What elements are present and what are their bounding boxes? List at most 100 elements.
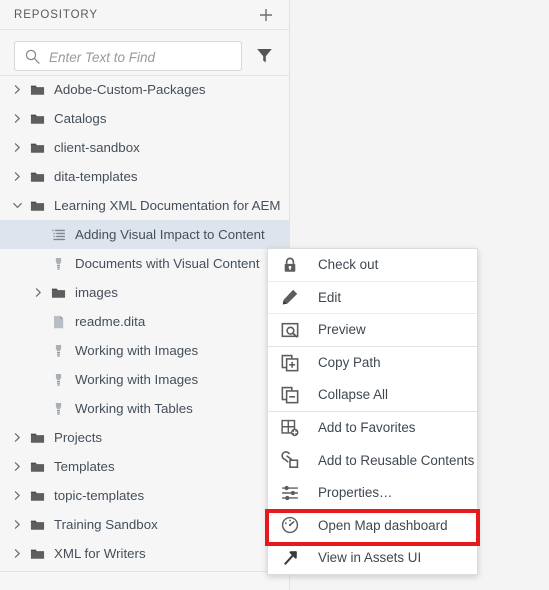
folder-icon	[30, 111, 45, 126]
plus-icon[interactable]	[256, 5, 276, 25]
folder-icon	[30, 82, 45, 97]
tree-row[interactable]: Adding Visual Impact to Content	[0, 220, 289, 249]
chevron-right-icon[interactable]	[12, 171, 23, 182]
ditatopic-icon	[51, 372, 66, 387]
menu-item-label: Open Map dashboard	[318, 517, 448, 533]
repository-tree[interactable]: Adobe-Custom-Packages Catalogs client-sand…	[0, 75, 289, 572]
tree-row-label: Adobe-Custom-Packages	[54, 82, 206, 97]
search-box[interactable]	[14, 41, 242, 72]
tree-row-label: Projects	[54, 430, 103, 445]
menu-item[interactable]: Add to Favorites	[268, 411, 477, 444]
folder-icon	[30, 169, 45, 184]
app-root: REPOSITORY Enter Text to Find Adobe-Cust…	[0, 0, 549, 590]
copy-path-icon	[281, 354, 299, 372]
menu-item[interactable]: Properties…	[268, 476, 477, 509]
menu-item[interactable]: Check out	[268, 249, 477, 282]
menu-item-label: Collapse All	[318, 387, 388, 403]
folder-icon	[30, 430, 45, 445]
repository-panel-footer	[0, 571, 289, 590]
chevron-right-icon[interactable]	[12, 461, 23, 472]
search-icon	[24, 48, 41, 65]
ditatopic-icon	[51, 401, 66, 416]
tree-row[interactable]: Training Sandbox	[0, 510, 289, 539]
chevron-right-icon[interactable]	[12, 548, 23, 559]
tree-row-label: readme.dita	[75, 314, 146, 329]
menu-item-label: Check out	[318, 257, 379, 273]
tree-row-label: Working with Images	[75, 343, 199, 358]
menu-item[interactable]: Edit	[268, 281, 477, 314]
tree-row[interactable]: XML for Writers	[0, 539, 289, 568]
tree-row[interactable]: Adobe-Custom-Packages	[0, 75, 289, 104]
tree-row[interactable]: Learning XML Documentation for AEM	[0, 191, 289, 220]
tree-row-label: Documents with Visual Content	[75, 256, 260, 271]
page-title: REPOSITORY	[14, 9, 98, 21]
reusable-contents-icon	[281, 451, 299, 469]
tree-row[interactable]: Templates	[0, 452, 289, 481]
menu-item-label: Properties…	[318, 485, 393, 501]
file-icon	[51, 314, 66, 329]
folder-icon	[51, 285, 66, 300]
search-input[interactable]	[47, 42, 241, 72]
tree-row[interactable]: dita-templates	[0, 162, 289, 191]
chevron-down-icon[interactable]	[12, 200, 23, 211]
menu-item[interactable]: Collapse All	[268, 379, 477, 412]
chevron-right-icon[interactable]	[12, 142, 23, 153]
repository-panel: REPOSITORY Enter Text to Find Adobe-Cust…	[0, 0, 290, 590]
ditatopic-icon	[51, 256, 66, 271]
chevron-right-icon[interactable]	[12, 490, 23, 501]
menu-item-label: Preview	[318, 322, 366, 338]
repository-panel-header: REPOSITORY	[0, 0, 289, 30]
pencil-icon	[281, 288, 299, 306]
chevron-right-icon[interactable]	[33, 287, 44, 298]
ditatopic-icon	[51, 343, 66, 358]
folder-icon	[30, 459, 45, 474]
tree-row-label: dita-templates	[54, 169, 138, 184]
lock-icon	[281, 256, 299, 274]
tree-row-label: client-sandbox	[54, 140, 140, 155]
tree-row[interactable]: Projects	[0, 423, 289, 452]
preview-icon	[281, 321, 299, 339]
menu-item[interactable]: View in Assets UI	[268, 541, 477, 574]
add-favorites-icon	[281, 419, 299, 437]
tree-row[interactable]: topic-templates	[0, 481, 289, 510]
context-menu[interactable]: Check out Edit Preview Copy Path Collapse Al…	[267, 248, 478, 575]
tree-row-label: XML for Writers	[54, 546, 146, 561]
menu-item[interactable]: Copy Path	[268, 346, 477, 379]
menu-item[interactable]: Preview	[268, 314, 477, 347]
tree-row[interactable]: Working with Tables	[0, 394, 289, 423]
filter-icon[interactable]	[255, 46, 274, 65]
tree-row-label: Working with Tables	[75, 401, 193, 416]
tree-row-label: images	[75, 285, 118, 300]
tree-row[interactable]: images	[0, 278, 289, 307]
tree-row[interactable]: Working with Images	[0, 365, 289, 394]
tree-row-label: Training Sandbox	[54, 517, 158, 532]
tree-row-label: Learning XML Documentation for AEM	[54, 198, 281, 213]
tree-row[interactable]: Working with Images	[0, 336, 289, 365]
folder-icon	[30, 488, 45, 503]
tree-row-label: Catalogs	[54, 111, 107, 126]
menu-item-label: Add to Reusable Contents	[318, 452, 475, 468]
tree-row-label: Adding Visual Impact to Content	[75, 227, 265, 242]
folder-icon	[30, 140, 45, 155]
chevron-right-icon[interactable]	[12, 519, 23, 530]
folder-icon	[30, 546, 45, 561]
tree-row[interactable]: Catalogs	[0, 104, 289, 133]
menu-item-label: Add to Favorites	[318, 420, 416, 436]
collapse-all-icon	[281, 386, 299, 404]
chevron-right-icon[interactable]	[12, 432, 23, 443]
menu-item[interactable]: Open Map dashboard	[268, 509, 477, 542]
dashboard-icon	[281, 516, 299, 534]
external-link-icon	[281, 549, 299, 567]
tree-row-label: Templates	[54, 459, 115, 474]
menu-item-label: Copy Path	[318, 355, 381, 371]
menu-item-label: View in Assets UI	[318, 550, 422, 566]
chevron-right-icon[interactable]	[12, 113, 23, 124]
chevron-right-icon[interactable]	[12, 84, 23, 95]
tree-row[interactable]: Documents with Visual Content	[0, 249, 289, 278]
properties-icon	[281, 484, 299, 502]
folder-icon	[30, 198, 45, 213]
menu-item[interactable]: Add to Reusable Contents	[268, 444, 477, 477]
tree-row[interactable]: client-sandbox	[0, 133, 289, 162]
tree-row-label: Working with Images	[75, 372, 199, 387]
tree-row[interactable]: readme.dita	[0, 307, 289, 336]
